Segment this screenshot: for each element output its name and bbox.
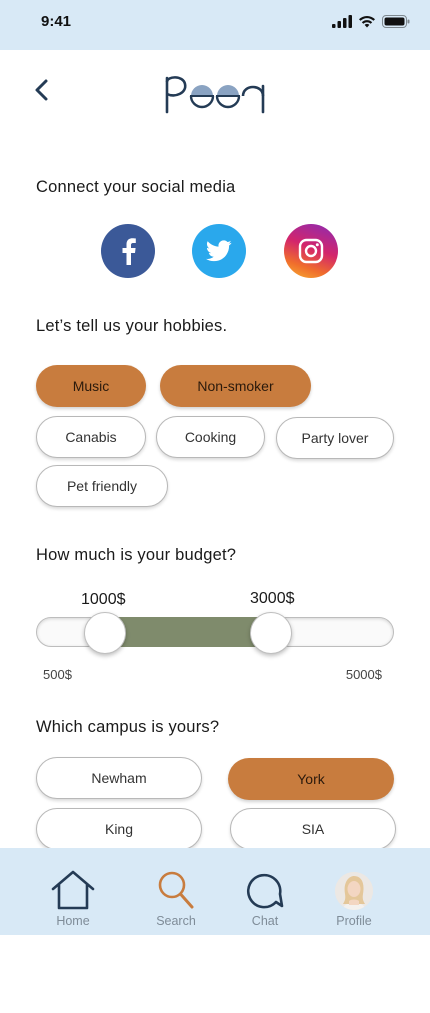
campus-chip-york[interactable]: York bbox=[228, 758, 394, 800]
tab-search[interactable]: Search bbox=[146, 848, 206, 935]
app-logo bbox=[165, 76, 265, 114]
tab-bar: Home Search Chat Profile bbox=[0, 848, 430, 935]
tab-profile[interactable]: Profile bbox=[324, 848, 384, 935]
instagram-icon bbox=[298, 238, 324, 264]
campus-chip-newham[interactable]: Newham bbox=[36, 757, 202, 799]
tab-profile-label: Profile bbox=[336, 914, 372, 928]
status-bar: 9:41 bbox=[0, 0, 430, 50]
home-icon bbox=[51, 870, 95, 910]
hobby-chip-music[interactable]: Music bbox=[36, 365, 146, 407]
chip-label: Music bbox=[72, 378, 110, 394]
search-icon bbox=[158, 871, 194, 909]
budget-high-handle[interactable] bbox=[250, 612, 292, 654]
budget-max-label: 5000$ bbox=[345, 667, 382, 682]
hobby-chip-pet-friendly[interactable]: Pet friendly bbox=[36, 465, 168, 507]
facebook-icon bbox=[122, 238, 136, 265]
campus-chip-sia[interactable]: SIA bbox=[230, 808, 396, 850]
tab-home-label: Home bbox=[56, 914, 90, 928]
hobby-chip-party-lover[interactable]: Party lover bbox=[276, 417, 394, 459]
chip-label: York bbox=[297, 771, 325, 787]
instagram-button[interactable] bbox=[284, 224, 338, 278]
twitter-icon bbox=[206, 240, 232, 262]
chevron-left-icon bbox=[35, 79, 48, 101]
signal-icon bbox=[332, 15, 352, 28]
facebook-button[interactable] bbox=[101, 224, 155, 278]
tab-home[interactable]: Home bbox=[43, 848, 103, 935]
budget-low-handle[interactable] bbox=[84, 612, 126, 654]
chip-label: Party lover bbox=[301, 430, 369, 446]
status-icons bbox=[332, 15, 410, 28]
budget-range-fill bbox=[105, 617, 271, 647]
battery-icon bbox=[382, 15, 410, 28]
wifi-icon bbox=[359, 16, 375, 28]
budget-section-title: How much is your budget? bbox=[36, 546, 237, 564]
campus-section-title: Which campus is yours? bbox=[36, 718, 220, 736]
chip-label: SIA bbox=[301, 821, 325, 837]
budget-high-value: 3000$ bbox=[250, 590, 295, 607]
chat-icon bbox=[246, 873, 284, 909]
chip-label: Newham bbox=[91, 770, 147, 786]
tab-search-label: Search bbox=[156, 914, 196, 928]
chip-label: Cooking bbox=[184, 429, 237, 445]
back-button[interactable] bbox=[30, 76, 56, 104]
twitter-button[interactable] bbox=[192, 224, 246, 278]
hobby-chip-cooking[interactable]: Cooking bbox=[156, 416, 265, 458]
chip-label: Pet friendly bbox=[66, 478, 138, 494]
tab-chat-label: Chat bbox=[251, 914, 279, 928]
tab-chat[interactable]: Chat bbox=[235, 848, 295, 935]
campus-chip-king[interactable]: King bbox=[36, 808, 202, 850]
status-time: 9:41 bbox=[41, 13, 72, 30]
hobby-chip-canabis[interactable]: Canabis bbox=[36, 416, 146, 458]
budget-min-label: 500$ bbox=[43, 667, 72, 682]
chip-label: Non-smoker bbox=[197, 378, 274, 394]
social-section-title: Connect your social media bbox=[36, 178, 236, 196]
budget-low-value: 1000$ bbox=[81, 591, 126, 608]
hobby-chip-non-smoker[interactable]: Non-smoker bbox=[160, 365, 311, 407]
chip-label: King bbox=[104, 821, 134, 837]
hobbies-section-title: Let’s tell us your hobbies. bbox=[36, 317, 228, 335]
avatar bbox=[335, 872, 373, 910]
chip-label: Canabis bbox=[65, 429, 117, 445]
